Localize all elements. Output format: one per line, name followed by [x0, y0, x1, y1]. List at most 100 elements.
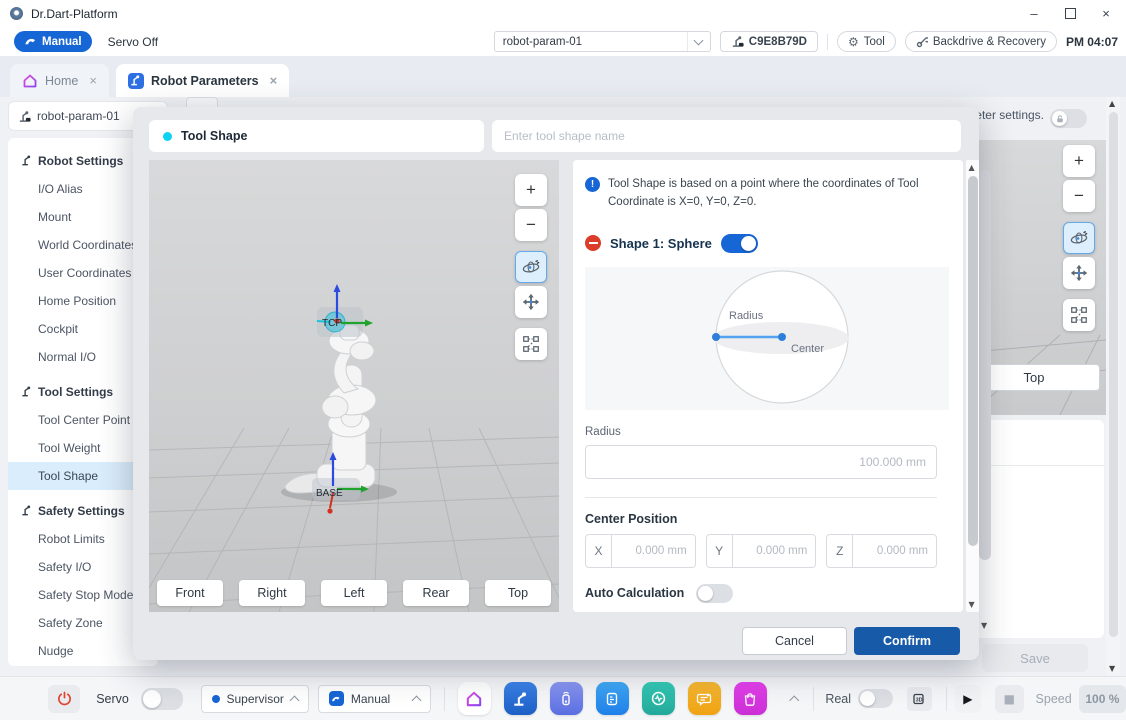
- bg-zoom-in-button[interactable]: +: [1063, 145, 1095, 177]
- remove-shape-button[interactable]: [585, 235, 601, 251]
- param-select-value: robot-param-01: [495, 36, 687, 48]
- center-y-input[interactable]: Y 0.000 mm: [706, 534, 817, 568]
- measure-button[interactable]: [515, 328, 547, 360]
- shape-enable-toggle[interactable]: [721, 234, 758, 253]
- robot-parameters-icon: [128, 73, 144, 89]
- simulation-3d-button[interactable]: 3D: [907, 687, 932, 711]
- tool-shape-name-input[interactable]: [492, 120, 961, 152]
- servo-toggle[interactable]: [141, 688, 183, 710]
- backdrive-recovery-button[interactable]: Backdrive & Recovery: [905, 31, 1057, 52]
- center-z-input[interactable]: Z 0.000 mm: [826, 534, 937, 568]
- toolbar-divider: [827, 34, 828, 50]
- clock: PM 04:07: [1066, 35, 1118, 49]
- dock-code-editor-icon[interactable]: [596, 682, 629, 715]
- bg-zoom-out-button[interactable]: −: [1063, 180, 1095, 212]
- robot-3d-scene: TCP BASE: [149, 160, 559, 612]
- bg-measure-button[interactable]: [1063, 299, 1095, 331]
- param-select[interactable]: robot-param-01: [494, 31, 711, 52]
- dock-robot-arm-icon[interactable]: [504, 682, 537, 715]
- bg-orbit-button[interactable]: [1063, 222, 1095, 254]
- toolbar: Manual Servo Off robot-param-01 C9E8B79D…: [0, 27, 1126, 57]
- mode-button[interactable]: Manual: [14, 31, 92, 52]
- stop-button[interactable]: ■: [995, 685, 1023, 713]
- robot-id-button[interactable]: C9E8B79D: [720, 31, 818, 52]
- titlebar: Dr.Dart-Platform – ×: [0, 0, 1126, 28]
- save-button[interactable]: Save: [982, 644, 1088, 672]
- tab-home-close-icon[interactable]: ×: [89, 73, 97, 88]
- shape-color-dot-icon: [163, 132, 172, 141]
- dock-teach-pendant-icon[interactable]: [550, 682, 583, 715]
- power-button[interactable]: [48, 685, 80, 713]
- view-right-button[interactable]: Right: [239, 580, 305, 606]
- view-front-button[interactable]: Front: [157, 580, 223, 606]
- minimize-button[interactable]: –: [1016, 0, 1052, 26]
- speed-label: Speed: [1036, 692, 1072, 706]
- real-toggle[interactable]: [858, 689, 893, 708]
- dock-monitoring-icon[interactable]: [642, 682, 675, 715]
- dock-home-icon[interactable]: [458, 682, 491, 715]
- section-divider: [585, 497, 937, 498]
- tab-home[interactable]: Home ×: [10, 64, 109, 97]
- role-status-dot: [212, 695, 220, 703]
- pan-icon: [521, 292, 541, 312]
- pan-button[interactable]: [515, 286, 547, 318]
- diagram-center-label: Center: [791, 343, 824, 355]
- orbit-icon: [521, 257, 541, 277]
- scroll-down-icon[interactable]: ▼: [1109, 664, 1115, 673]
- dock-message-icon[interactable]: [688, 682, 721, 715]
- panel-scrollbar[interactable]: ▲ ▼: [966, 160, 979, 612]
- cancel-button[interactable]: Cancel: [742, 627, 847, 655]
- main-scrollbar-thumb[interactable]: [1109, 112, 1118, 637]
- orbit-icon: [1069, 228, 1089, 248]
- auto-calculation-toggle[interactable]: [696, 584, 733, 603]
- diagram-radius-label: Radius: [729, 310, 763, 322]
- orbit-button[interactable]: [515, 251, 547, 283]
- chevron-up-icon: [289, 695, 299, 705]
- scroll-up-icon[interactable]: ▲: [1109, 99, 1115, 108]
- tab-robot-parameters[interactable]: Robot Parameters ×: [116, 64, 289, 97]
- dialog-title: Tool Shape: [149, 120, 484, 152]
- view-top-button[interactable]: Top: [485, 580, 551, 606]
- confirm-button[interactable]: Confirm: [854, 627, 960, 655]
- center-x-input[interactable]: X 0.000 mm: [585, 534, 696, 568]
- maximize-button[interactable]: [1052, 0, 1088, 26]
- scroll-down-icon[interactable]: ▼: [969, 600, 975, 609]
- app-logo-icon: [10, 7, 23, 20]
- panel-scrollbar-thumb[interactable]: [968, 176, 978, 546]
- speed-value[interactable]: 100 %: [1079, 685, 1126, 713]
- background-scrollbar[interactable]: ▼: [979, 160, 991, 630]
- chevron-down-icon: [687, 32, 710, 51]
- play-icon: ▶: [963, 692, 972, 706]
- play-button[interactable]: ▶: [955, 685, 982, 713]
- statusbar-divider: [946, 687, 947, 711]
- tab-robot-parameters-close-icon[interactable]: ×: [270, 73, 278, 88]
- settings-lock-toggle[interactable]: [1050, 109, 1087, 128]
- sphere-diagram: Radius Center: [585, 267, 949, 410]
- background-scrollbar-thumb[interactable]: [979, 170, 991, 560]
- scroll-up-icon[interactable]: ▲: [969, 163, 975, 172]
- statusbar-divider: [444, 687, 445, 711]
- view-rear-button[interactable]: Rear: [403, 580, 469, 606]
- radius-input[interactable]: 100.000 mm: [585, 445, 937, 479]
- view-left-button[interactable]: Left: [321, 580, 387, 606]
- shape-settings-panel: ! Tool Shape is based on a point where t…: [573, 160, 963, 612]
- dialog-3d-viewport[interactable]: TCP BASE + −: [149, 160, 559, 612]
- robot-param-icon: [18, 110, 31, 123]
- scroll-down-icon[interactable]: ▼: [981, 621, 987, 630]
- bg-pan-button[interactable]: [1063, 257, 1095, 289]
- tool-button[interactable]: ⚙ Tool: [837, 31, 896, 52]
- main-scrollbar[interactable]: ▲ ▼: [1106, 97, 1120, 675]
- svg-text:3D: 3D: [916, 697, 923, 703]
- measure-icon: [521, 334, 541, 354]
- maximize-icon: [1065, 8, 1076, 19]
- dock-expand-icon[interactable]: [789, 695, 799, 705]
- tcp-label: TCP: [322, 318, 342, 329]
- statusbar-divider: [813, 687, 814, 711]
- mode-select[interactable]: Manual: [318, 685, 431, 713]
- dock-store-icon[interactable]: [734, 682, 767, 715]
- role-select[interactable]: Supervisor: [201, 685, 309, 713]
- robot-settings-icon: [21, 155, 32, 166]
- close-button[interactable]: ×: [1088, 0, 1124, 26]
- zoom-in-button[interactable]: +: [515, 174, 547, 206]
- zoom-out-button[interactable]: −: [515, 209, 547, 241]
